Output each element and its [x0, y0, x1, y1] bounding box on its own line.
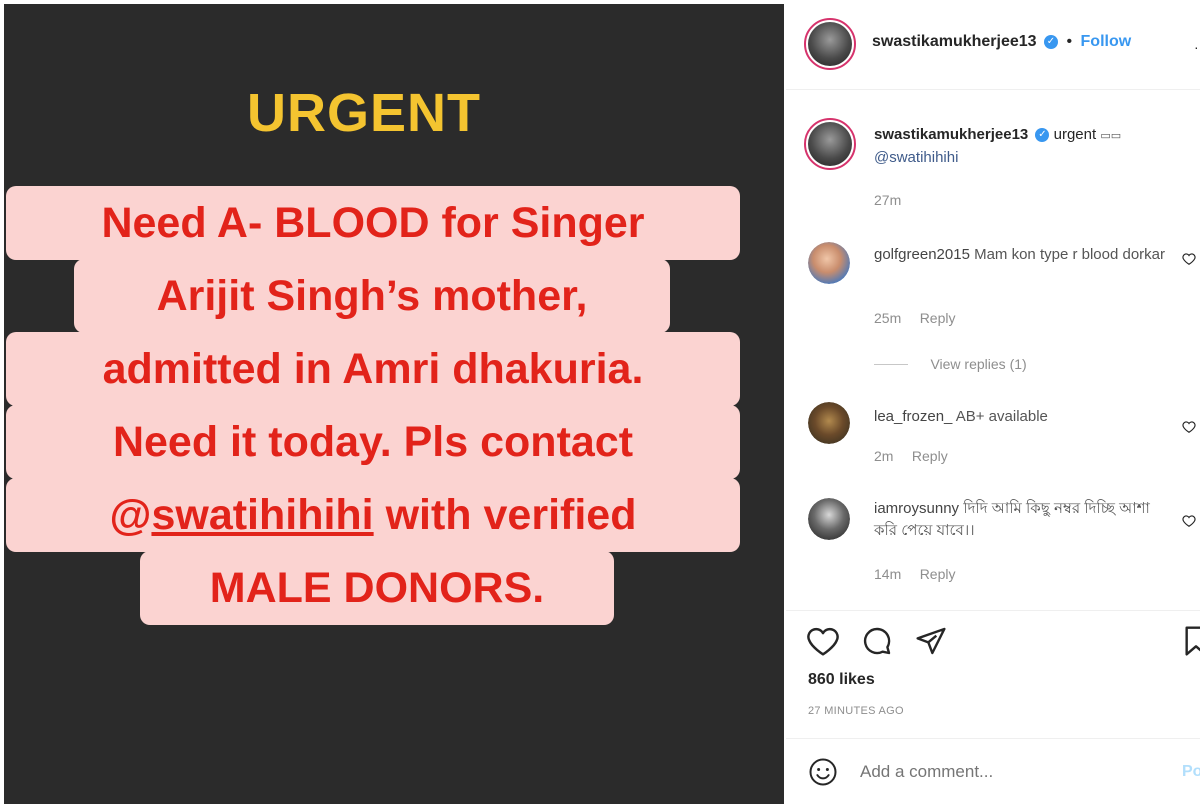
like-comment-icon[interactable]	[1182, 514, 1196, 528]
share-icon[interactable]	[914, 625, 948, 657]
replies-divider	[874, 364, 908, 366]
caption-mention[interactable]: @swatihihihi	[874, 149, 958, 166]
view-replies-button[interactable]: View replies (1)	[930, 356, 1026, 372]
story-line: @swatihihihi with verified	[6, 478, 740, 552]
post-timestamp: 27 MINUTES AGO	[808, 705, 904, 717]
reply-button[interactable]: Reply	[920, 566, 956, 582]
caption-username[interactable]: swastikamukherjee13	[874, 126, 1028, 143]
comment-text: AB+ available	[955, 408, 1048, 425]
like-icon[interactable]	[806, 627, 840, 657]
like-comment-icon[interactable]	[1182, 420, 1196, 434]
add-comment-bar: Po	[786, 738, 1200, 806]
comment-time: 2m	[874, 448, 894, 464]
comment-time: 25m	[874, 310, 902, 326]
commenter-avatar[interactable]	[808, 498, 850, 540]
post-panel: swastikamukherjee13 ✓ • Follow · swastik…	[786, 4, 1200, 806]
likes-count[interactable]: 860 likes	[808, 671, 875, 689]
commenter-avatar[interactable]	[808, 402, 850, 444]
caption-avatar[interactable]	[804, 118, 856, 170]
emoji-placeholder: ▭▭	[1100, 130, 1122, 142]
story-mention: swatihihihi	[151, 491, 374, 539]
story-image: URGENT Need A- BLOOD for Singer Arijit S…	[4, 4, 784, 804]
caption: swastikamukherjee13 ✓ urgent ▭▭ @swatihi…	[786, 104, 1200, 214]
verified-badge-icon: ✓	[1035, 128, 1050, 143]
story-line: Arijit Singh’s mother,	[74, 259, 670, 333]
post-header: swastikamukherjee13 ✓ • Follow ·	[786, 4, 1200, 90]
emoji-icon[interactable]	[808, 757, 838, 787]
post-actions: 860 likes 27 MINUTES AGO	[786, 610, 1200, 740]
separator-dot: •	[1066, 33, 1073, 50]
story-line: Need A- BLOOD for Singer	[6, 186, 740, 260]
story-line: Need it today. Pls contact	[6, 405, 740, 479]
story-line: admitted in Amri dhakuria.	[6, 332, 740, 406]
reply-button[interactable]: Reply	[912, 448, 948, 464]
comment-time: 14m	[874, 566, 902, 582]
story-heading: URGENT	[247, 83, 481, 143]
commenter-avatar[interactable]	[808, 242, 850, 284]
comment: lea_frozen_ AB+ available 2m Reply	[786, 400, 1200, 480]
author-username[interactable]: swastikamukherjee13	[872, 33, 1037, 50]
verified-badge-icon: ✓	[1044, 34, 1058, 49]
caption-time: 27m	[874, 192, 902, 208]
comment-icon[interactable]	[860, 625, 894, 657]
more-options-icon[interactable]: ·	[1194, 40, 1200, 54]
like-comment-icon[interactable]	[1182, 252, 1196, 266]
comment-text: Mam kon type r blood dorkar	[974, 246, 1166, 263]
comment: golfgreen2015 Mam kon type r blood dorka…	[786, 236, 1200, 376]
comment-username[interactable]: golfgreen2015	[874, 246, 970, 263]
author-avatar[interactable]	[804, 18, 856, 70]
save-icon[interactable]	[1184, 625, 1200, 657]
follow-button[interactable]: Follow	[1081, 33, 1132, 50]
add-comment-input[interactable]	[860, 759, 1160, 785]
story-line: MALE DONORS.	[140, 551, 614, 625]
caption-text: urgent	[1053, 126, 1097, 143]
reply-button[interactable]: Reply	[920, 310, 956, 326]
post-comment-button[interactable]: Po	[1182, 763, 1200, 781]
comment-username[interactable]: iamroysunny	[874, 500, 959, 517]
comment: iamroysunny দিদি আমি কিছু নম্বর দিচ্ছি আ…	[786, 494, 1200, 594]
comment-username[interactable]: lea_frozen_	[874, 408, 952, 425]
